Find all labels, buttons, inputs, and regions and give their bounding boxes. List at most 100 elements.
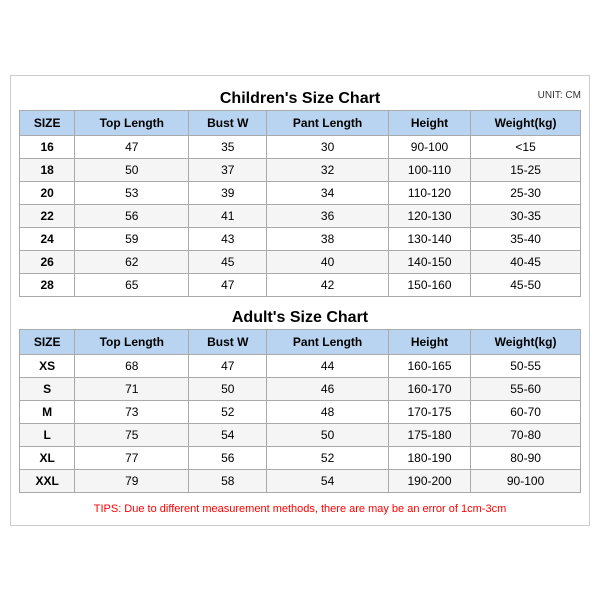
adult-section-title: Adult's Size Chart — [19, 303, 581, 329]
data-cell: 54 — [189, 423, 267, 446]
adult-header-row: SIZETop LengthBust WPant LengthHeightWei… — [20, 329, 581, 354]
data-cell: 73 — [75, 400, 189, 423]
size-cell: 26 — [20, 250, 75, 273]
table-row: 1647353090-100<15 — [20, 135, 581, 158]
data-cell: 150-160 — [388, 273, 470, 296]
data-cell: 120-130 — [388, 204, 470, 227]
children-col-header: Height — [388, 110, 470, 135]
table-row: S715046160-17055-60 — [20, 377, 581, 400]
data-cell: 53 — [75, 181, 189, 204]
size-cell: 20 — [20, 181, 75, 204]
data-cell: 58 — [189, 469, 267, 492]
size-cell: XS — [20, 354, 75, 377]
data-cell: 56 — [75, 204, 189, 227]
table-row: L755450175-18070-80 — [20, 423, 581, 446]
data-cell: 15-25 — [471, 158, 581, 181]
adult-col-header: Top Length — [75, 329, 189, 354]
data-cell: 90-100 — [471, 469, 581, 492]
data-cell: 80-90 — [471, 446, 581, 469]
children-table: SIZETop LengthBust WPant LengthHeightWei… — [19, 110, 581, 297]
data-cell: 50 — [267, 423, 389, 446]
data-cell: 35 — [189, 135, 267, 158]
data-cell: 55-60 — [471, 377, 581, 400]
data-cell: 47 — [75, 135, 189, 158]
children-header-row: SIZETop LengthBust WPant LengthHeightWei… — [20, 110, 581, 135]
data-cell: 30 — [267, 135, 389, 158]
data-cell: 175-180 — [388, 423, 470, 446]
data-cell: 160-170 — [388, 377, 470, 400]
table-row: XXL795854190-20090-100 — [20, 469, 581, 492]
children-title-text: Children's Size Chart — [220, 90, 380, 107]
data-cell: 38 — [267, 227, 389, 250]
data-cell: 30-35 — [471, 204, 581, 227]
data-cell: 52 — [189, 400, 267, 423]
size-cell: XXL — [20, 469, 75, 492]
table-row: M735248170-17560-70 — [20, 400, 581, 423]
data-cell: 25-30 — [471, 181, 581, 204]
table-row: 22564136120-13030-35 — [20, 204, 581, 227]
data-cell: 130-140 — [388, 227, 470, 250]
data-cell: 40 — [267, 250, 389, 273]
data-cell: 39 — [189, 181, 267, 204]
size-cell: 18 — [20, 158, 75, 181]
data-cell: 37 — [189, 158, 267, 181]
size-cell: XL — [20, 446, 75, 469]
data-cell: 140-150 — [388, 250, 470, 273]
size-cell: 24 — [20, 227, 75, 250]
size-cell: 16 — [20, 135, 75, 158]
adult-col-header: SIZE — [20, 329, 75, 354]
tips-text: TIPS: Due to different measurement metho… — [19, 499, 581, 517]
size-cell: 28 — [20, 273, 75, 296]
adult-title-text: Adult's Size Chart — [232, 309, 368, 326]
data-cell: 48 — [267, 400, 389, 423]
data-cell: 45 — [189, 250, 267, 273]
data-cell: 75 — [75, 423, 189, 446]
size-cell: L — [20, 423, 75, 446]
size-cell: S — [20, 377, 75, 400]
data-cell: 62 — [75, 250, 189, 273]
data-cell: <15 — [471, 135, 581, 158]
data-cell: 68 — [75, 354, 189, 377]
table-row: 20533934110-12025-30 — [20, 181, 581, 204]
data-cell: 180-190 — [388, 446, 470, 469]
table-row: XL775652180-19080-90 — [20, 446, 581, 469]
data-cell: 90-100 — [388, 135, 470, 158]
data-cell: 52 — [267, 446, 389, 469]
adult-col-header: Bust W — [189, 329, 267, 354]
size-cell: M — [20, 400, 75, 423]
data-cell: 40-45 — [471, 250, 581, 273]
data-cell: 79 — [75, 469, 189, 492]
table-row: 26624540140-15040-45 — [20, 250, 581, 273]
children-col-header: Pant Length — [267, 110, 389, 135]
data-cell: 59 — [75, 227, 189, 250]
data-cell: 110-120 — [388, 181, 470, 204]
adult-col-header: Pant Length — [267, 329, 389, 354]
data-cell: 34 — [267, 181, 389, 204]
size-cell: 22 — [20, 204, 75, 227]
data-cell: 50 — [75, 158, 189, 181]
data-cell: 71 — [75, 377, 189, 400]
data-cell: 47 — [189, 354, 267, 377]
data-cell: 50-55 — [471, 354, 581, 377]
data-cell: 44 — [267, 354, 389, 377]
unit-label: UNIT: CM — [538, 90, 581, 101]
data-cell: 70-80 — [471, 423, 581, 446]
data-cell: 54 — [267, 469, 389, 492]
data-cell: 77 — [75, 446, 189, 469]
data-cell: 60-70 — [471, 400, 581, 423]
data-cell: 45-50 — [471, 273, 581, 296]
children-col-header: Weight(kg) — [471, 110, 581, 135]
data-cell: 35-40 — [471, 227, 581, 250]
data-cell: 56 — [189, 446, 267, 469]
data-cell: 100-110 — [388, 158, 470, 181]
adult-col-header: Height — [388, 329, 470, 354]
adult-table: SIZETop LengthBust WPant LengthHeightWei… — [19, 329, 581, 493]
table-row: 28654742150-16045-50 — [20, 273, 581, 296]
data-cell: 47 — [189, 273, 267, 296]
children-col-header: Bust W — [189, 110, 267, 135]
data-cell: 41 — [189, 204, 267, 227]
table-row: XS684744160-16550-55 — [20, 354, 581, 377]
children-section-title: Children's Size Chart UNIT: CM — [19, 84, 581, 110]
data-cell: 43 — [189, 227, 267, 250]
data-cell: 46 — [267, 377, 389, 400]
